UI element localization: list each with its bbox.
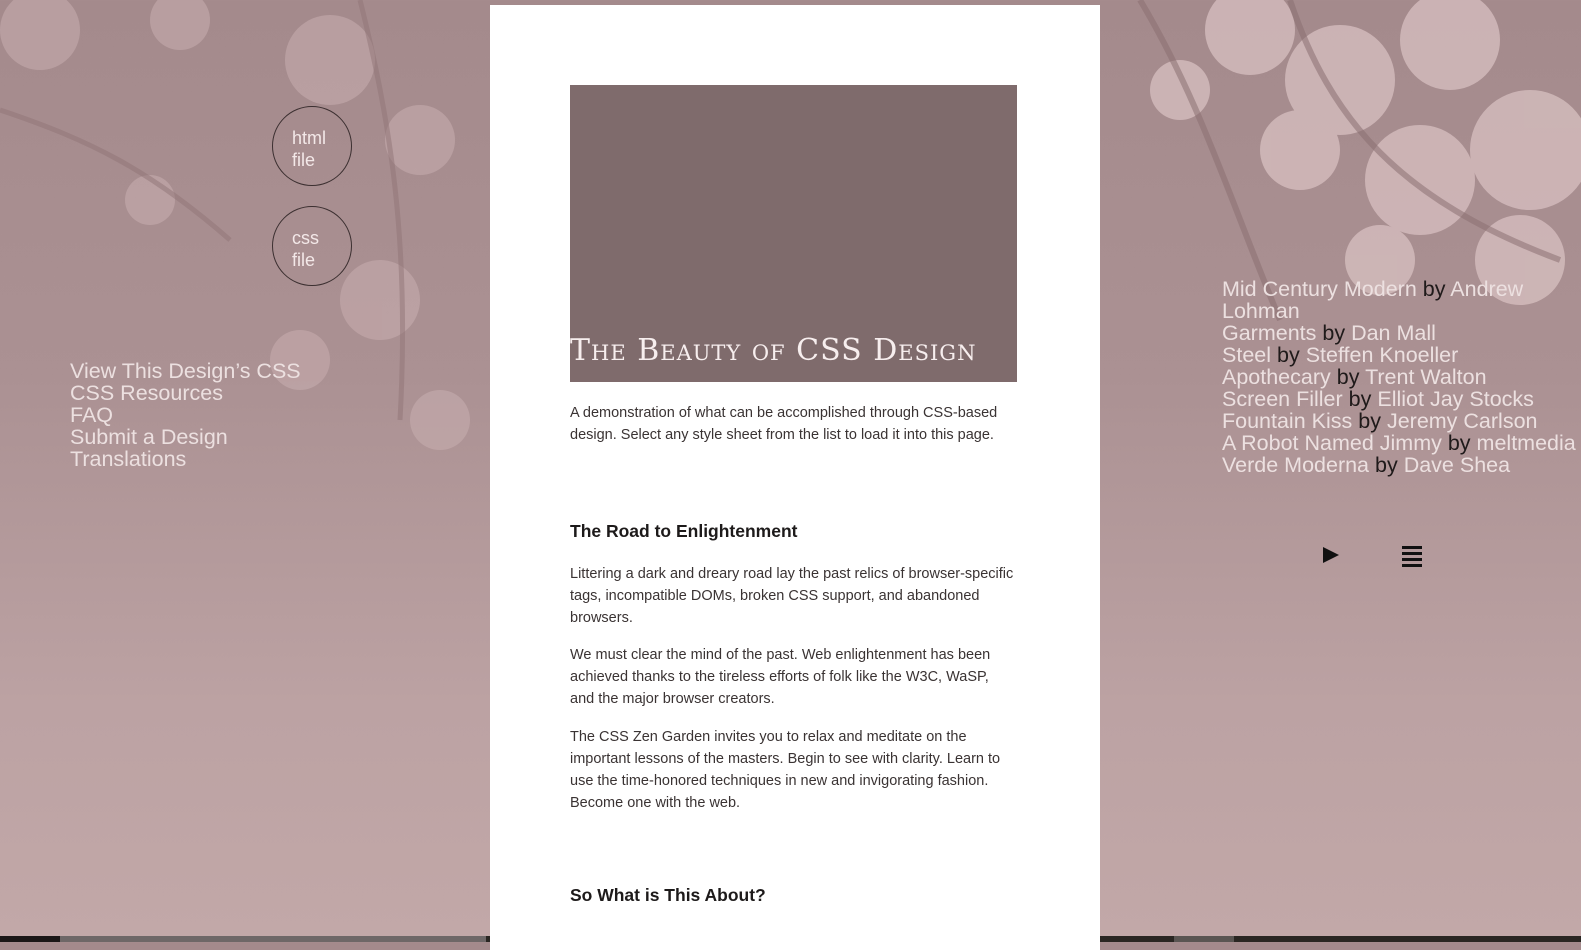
by-label: by	[1322, 321, 1346, 345]
author-link[interactable]: Dave Shea	[1404, 453, 1510, 477]
translations-link[interactable]: Translations	[70, 448, 301, 470]
by-label: by	[1348, 387, 1372, 411]
design-link[interactable]: Screen Filler	[1222, 387, 1343, 411]
author-link[interactable]: Trent Walton	[1365, 365, 1486, 389]
by-label: by	[1277, 343, 1300, 367]
list-item: Fountain Kiss by Jeremy Carlson	[1222, 410, 1577, 432]
page-title: The Beauty of CSS Design	[570, 333, 977, 368]
by-label: by	[1447, 431, 1471, 455]
list-item: Apothecary by Trent Walton	[1222, 366, 1577, 388]
list-item: Verde Moderna by Dave Shea	[1222, 454, 1577, 476]
about-section: So What is This About?	[570, 885, 1017, 906]
design-link[interactable]: Fountain Kiss	[1222, 409, 1352, 433]
html-file-label-line1: html	[292, 128, 327, 148]
by-label: by	[1358, 409, 1381, 433]
design-link[interactable]: Mid Century Modern	[1222, 277, 1417, 301]
resources-nav: View This Design’s CSS CSS Resources FAQ…	[70, 360, 301, 470]
enlightenment-body-3: The CSS Zen Garden invites you to relax …	[570, 726, 1017, 814]
design-link[interactable]: A Robot Named Jimmy	[1222, 431, 1442, 455]
list-item: Screen Filler by Elliot Jay Stocks	[1222, 388, 1577, 410]
article-panel: The Beauty of CSS Design A demonstration…	[490, 5, 1100, 950]
paragraph-2: We must clear the mind of the past. Web …	[570, 647, 991, 707]
intro-text: A demonstration of what can be accomplis…	[570, 405, 998, 443]
author-link[interactable]: Jeremy Carlson	[1387, 409, 1538, 433]
design-link[interactable]: Verde Moderna	[1222, 453, 1369, 477]
css-resources-link[interactable]: CSS Resources	[70, 382, 301, 404]
paragraph-1: Littering a dark and dreary road lay the…	[570, 566, 1014, 626]
view-css-link[interactable]: View This Design’s CSS	[70, 360, 301, 382]
author-link[interactable]: Steffen Knoeller	[1306, 343, 1459, 367]
section-heading-enlightenment: The Road to Enlightenment	[570, 521, 798, 541]
css-file-label-line2: file	[292, 250, 316, 270]
list-item: A Robot Named Jimmy by meltmedia	[1222, 432, 1577, 454]
enlightenment-body: Littering a dark and dreary road lay the…	[570, 563, 1017, 629]
html-file-label-line2: file	[292, 150, 316, 170]
submit-design-link[interactable]: Submit a Design	[70, 426, 301, 448]
hero-banner: The Beauty of CSS Design	[570, 85, 1017, 382]
design-link[interactable]: Garments	[1222, 321, 1316, 345]
list-item: Garments by Dan Mall	[1222, 322, 1577, 344]
html-file-button[interactable]: html file	[272, 106, 352, 186]
list-icon[interactable]	[1402, 546, 1422, 568]
list-item: Steel by Steffen Knoeller	[1222, 344, 1577, 366]
css-file-label-line1: css	[292, 228, 319, 248]
section-heading-about: So What is This About?	[570, 885, 766, 905]
by-label: by	[1422, 277, 1446, 301]
author-link[interactable]: Dan Mall	[1351, 321, 1436, 345]
author-link[interactable]: meltmedia	[1477, 431, 1576, 455]
enlightenment-body-2: We must clear the mind of the past. Web …	[570, 644, 1017, 710]
by-label: by	[1336, 365, 1360, 389]
list-item: Mid Century Modern by Andrew Lohman	[1222, 278, 1577, 322]
faq-link[interactable]: FAQ	[70, 404, 301, 426]
by-label: by	[1375, 453, 1398, 477]
css-file-button[interactable]: css file	[272, 206, 352, 286]
design-link[interactable]: Steel	[1222, 343, 1271, 367]
play-icon[interactable]	[1322, 546, 1340, 564]
intro-section: A demonstration of what can be accomplis…	[570, 402, 1017, 446]
enlightenment-section: The Road to Enlightenment	[570, 521, 1017, 542]
paragraph-3: The CSS Zen Garden invites you to relax …	[570, 729, 1001, 811]
author-link[interactable]: Elliot Jay Stocks	[1377, 387, 1534, 411]
design-selection-list: Mid Century Modern by Andrew Lohman Garm…	[1222, 278, 1577, 476]
design-link[interactable]: Apothecary	[1222, 365, 1331, 389]
